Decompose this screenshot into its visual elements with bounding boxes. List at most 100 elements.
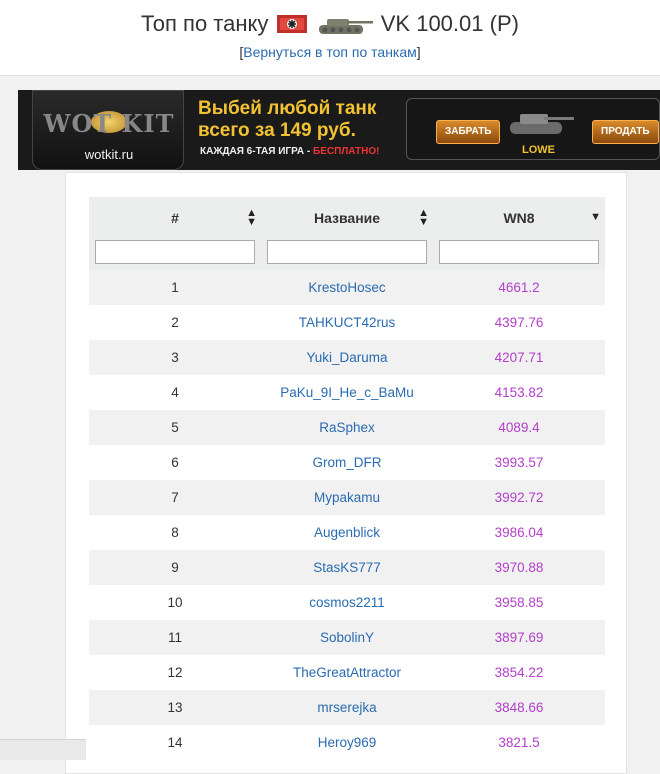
- sell-button[interactable]: ПРОДАТЬ: [592, 120, 659, 144]
- wn8-value: 4089.4: [498, 420, 540, 435]
- player-name-link[interactable]: StasKS777: [261, 550, 433, 585]
- banner-site: wotkit.ru: [84, 147, 134, 162]
- column-header-name[interactable]: Название ▲ ▼: [261, 197, 433, 239]
- player-name-link[interactable]: mrserejka: [261, 690, 433, 725]
- rank-cell: 1: [171, 280, 179, 295]
- leaderboard-table: # ▲ ▼ Название ▲ ▼ WN8 ▼ 1 KrestoHosec 4661.…: [89, 197, 605, 760]
- banner-tank-name: LOWE: [522, 144, 555, 156]
- player-name-link[interactable]: Heroy969: [261, 725, 433, 760]
- table-row: 13 mrserejka 3848.66: [89, 690, 605, 725]
- banner-tank-icon: [510, 114, 574, 134]
- wn8-value: 3848.66: [494, 700, 544, 715]
- table-row: 14 Heroy969 3821.5: [89, 725, 605, 760]
- player-name-link[interactable]: SobolinY: [261, 620, 433, 655]
- filter-cell: [89, 239, 261, 270]
- logo-text: WOT KIT: [43, 109, 175, 138]
- banner-sub-free: БЕСПЛАТНО!: [313, 146, 380, 157]
- page-header: Топ по танку VK 100.01 (P) [Вернуться в …: [0, 0, 660, 76]
- table-row: 7 Mypakamu 3992.72: [89, 480, 605, 515]
- wn8-value: 4397.76: [494, 315, 544, 330]
- player-name-link[interactable]: PaKu_9I_He_c_BaMu: [261, 375, 433, 410]
- rank-cell: 10: [167, 595, 183, 610]
- rank-cell: 5: [171, 420, 179, 435]
- table-row: 9 StasKS777 3970.88: [89, 550, 605, 585]
- table-row: 12 TheGreatAttractor 3854.22: [89, 655, 605, 690]
- wn8-value: 3993.57: [494, 455, 544, 470]
- name-filter-input[interactable]: [267, 239, 427, 264]
- wn8-value: 3897.69: [494, 630, 544, 645]
- table-row: 6 Grom_DFR 3993.57: [89, 445, 605, 480]
- back-link-row: [Вернуться в топ по танкам]: [0, 44, 660, 60]
- table-row: 10 cosmos2211 3958.85: [89, 585, 605, 620]
- rank-cell: 7: [171, 490, 179, 505]
- column-header-name-label: Название: [313, 210, 381, 226]
- germany-flag-icon: [276, 15, 307, 33]
- rank-cell: 3: [171, 350, 179, 365]
- leaderboard-card: # ▲ ▼ Название ▲ ▼ WN8 ▼ 1 KrestoHosec 4661.…: [65, 172, 627, 774]
- table-row: 2 TAHKUCT42rus 4397.76: [89, 305, 605, 340]
- table-row: 4 PaKu_9I_He_c_BaMu 4153.82: [89, 375, 605, 410]
- wn8-value: 3992.72: [494, 490, 544, 505]
- promo-line-1: Выбей любой танк: [198, 98, 377, 119]
- table-row: 8 Augenblick 3986.04: [89, 515, 605, 550]
- bottom-bar: [0, 739, 86, 760]
- wn8-value: 4153.82: [494, 385, 544, 400]
- back-to-tanks-link[interactable]: Вернуться в топ по танкам: [243, 44, 417, 60]
- wotkit-logo: WOT KIT wotkit.ru: [32, 90, 184, 170]
- rank-cell: 4: [171, 385, 179, 400]
- player-name-link[interactable]: Yuki_Daruma: [261, 340, 433, 375]
- take-button[interactable]: ЗАБРАТЬ: [436, 120, 501, 144]
- table-row: 3 Yuki_Daruma 4207.71: [89, 340, 605, 375]
- player-name-link[interactable]: Grom_DFR: [261, 445, 433, 480]
- table-row: 1 KrestoHosec 4661.2: [89, 270, 605, 305]
- tank-icon: [318, 19, 373, 34]
- sort-both-icon: ▲ ▼: [246, 207, 257, 228]
- title-tank-name: VK 100.01 (P): [380, 11, 519, 36]
- wn8-value: 3970.88: [494, 560, 544, 575]
- column-header-wn8-label: WN8: [503, 210, 535, 226]
- rank-cell: 12: [167, 665, 183, 680]
- wn8-value: 4661.2: [498, 280, 540, 295]
- rank-cell: 9: [171, 560, 179, 575]
- bracket-close: ]: [416, 44, 421, 60]
- table-header-row: # ▲ ▼ Название ▲ ▼ WN8 ▼: [89, 197, 605, 239]
- page-title: Топ по танку VK 100.01 (P): [0, 10, 660, 38]
- banner-subtext: КАЖДАЯ 6-ТАЯ ИГРА - БЕСПЛАТНО!: [200, 146, 379, 157]
- rank-cell: 2: [171, 315, 179, 330]
- wn8-value: 3958.85: [494, 595, 544, 610]
- banner-sub-text: КАЖДАЯ 6-ТАЯ ИГРА -: [200, 146, 313, 157]
- column-header-wn8[interactable]: WN8 ▼: [433, 197, 605, 239]
- player-name-link[interactable]: TheGreatAttractor: [261, 655, 433, 690]
- player-name-link[interactable]: cosmos2211: [261, 585, 433, 620]
- player-name-link[interactable]: RaSphex: [261, 410, 433, 445]
- rank-cell: 8: [171, 525, 179, 540]
- filter-cell: [261, 239, 433, 270]
- player-name-link[interactable]: KrestoHosec: [261, 270, 433, 305]
- wn8-value: 3821.5: [498, 735, 540, 750]
- rank-cell: 6: [171, 455, 179, 470]
- column-header-rank-label: #: [171, 210, 179, 226]
- table-row: 11 SobolinY 3897.69: [89, 620, 605, 655]
- ad-banner[interactable]: WOT KIT wotkit.ru Выбей любой танк всего…: [18, 90, 660, 170]
- filter-cell: [433, 239, 605, 270]
- table-body: 1 KrestoHosec 4661.2 2 TAHKUCT42rus 4397.76 3 Y…: [89, 270, 605, 760]
- column-header-rank[interactable]: # ▲ ▼: [89, 197, 261, 239]
- promo-line-2: всего за 149 руб.: [198, 120, 356, 141]
- rank-cell: 11: [167, 630, 182, 645]
- wn8-value: 3986.04: [494, 525, 544, 540]
- sort-both-icon: ▲ ▼: [418, 207, 429, 228]
- wn8-filter-input[interactable]: [439, 239, 599, 264]
- rank-filter-input[interactable]: [95, 239, 255, 264]
- rank-cell: 14: [167, 735, 183, 750]
- banner-promo: Выбей любой танк всего за 149 руб.: [198, 98, 376, 142]
- sort-desc-icon: ▼: [590, 211, 601, 223]
- filter-row: [89, 239, 605, 270]
- table-row: 5 RaSphex 4089.4: [89, 410, 605, 445]
- wn8-value: 3854.22: [494, 665, 544, 680]
- player-name-link[interactable]: Mypakamu: [261, 480, 433, 515]
- player-name-link[interactable]: Augenblick: [261, 515, 433, 550]
- wn8-value: 4207.71: [494, 350, 544, 365]
- rank-cell: 13: [167, 700, 183, 715]
- title-prefix: Топ по танку: [141, 11, 269, 36]
- player-name-link[interactable]: TAHKUCT42rus: [261, 305, 433, 340]
